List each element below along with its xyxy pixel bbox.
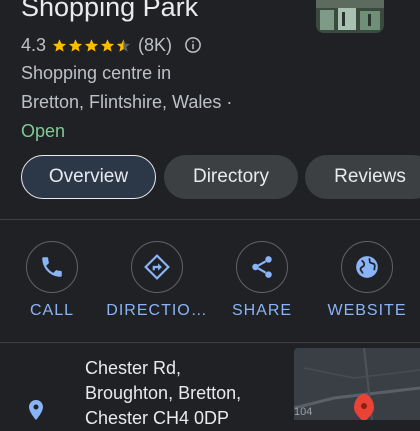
- call-button[interactable]: CALL: [2, 241, 102, 320]
- star-rating[interactable]: [52, 38, 132, 53]
- category-text: Shopping centre in: [21, 63, 172, 83]
- globe-icon: [356, 256, 378, 278]
- actions-divider: [0, 342, 420, 343]
- tab-overview[interactable]: Overview: [21, 155, 156, 199]
- star-icon: [100, 38, 115, 52]
- review-count[interactable]: (8K): [138, 35, 172, 56]
- share-button[interactable]: SHARE: [212, 241, 312, 320]
- info-icon[interactable]: [184, 36, 202, 54]
- phone-icon: [42, 257, 62, 277]
- directions-icon: [144, 254, 170, 280]
- website-label: WEBSITE: [327, 302, 407, 319]
- tab-reviews[interactable]: Reviews: [305, 155, 420, 199]
- place-photo-thumbnail[interactable]: [316, 0, 384, 33]
- photo-image: [316, 0, 384, 33]
- address-line-2: Broughton, Bretton,: [85, 383, 242, 403]
- half-star-icon: [116, 38, 131, 52]
- place-title: Shopping Park: [21, 0, 199, 22]
- call-label: CALL: [29, 302, 75, 319]
- star-icon: [84, 38, 99, 52]
- tabs-divider: [0, 219, 420, 220]
- tab-directory[interactable]: Directory: [164, 155, 298, 199]
- directions-button[interactable]: DIRECTIO…: [106, 241, 208, 320]
- star-icon: [52, 38, 67, 52]
- location-text: Bretton, Flintshire, Wales ·: [21, 92, 233, 112]
- rating-value: 4.3: [21, 34, 47, 55]
- map-image: [294, 348, 420, 420]
- location-pin-icon: [29, 400, 43, 420]
- address-line-3: Chester CH4 0DP: [85, 408, 230, 428]
- map-road-label: 104: [294, 406, 313, 418]
- address-line-1: Chester Rd,: [85, 358, 182, 378]
- website-button[interactable]: WEBSITE: [317, 241, 417, 320]
- share-icon: [252, 256, 272, 278]
- star-icon: [68, 38, 83, 52]
- map-thumbnail[interactable]: 104: [294, 348, 420, 420]
- share-label: SHARE: [231, 302, 293, 319]
- open-status[interactable]: Open: [21, 120, 65, 142]
- directions-label: DIRECTIO…: [106, 302, 208, 319]
- rating-row: 4.3 (8K): [21, 33, 202, 57]
